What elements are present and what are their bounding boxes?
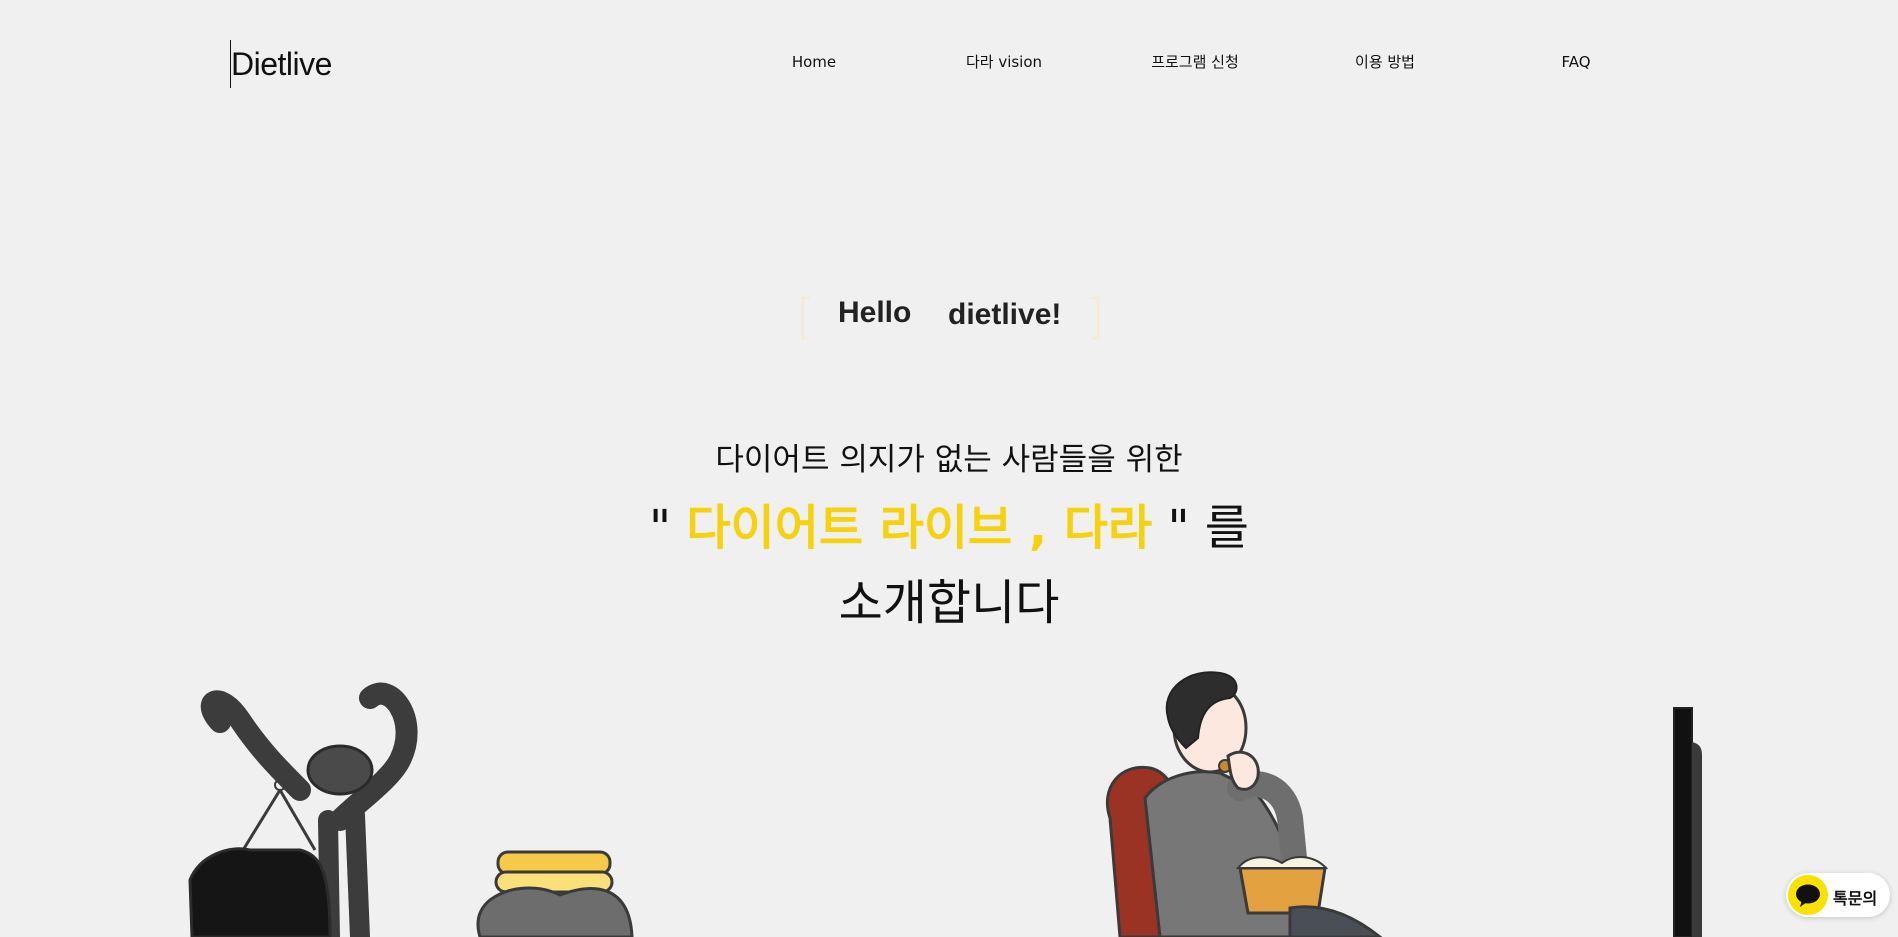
intro-quote-open: " (649, 500, 687, 556)
site-logo[interactable]: Dietlive (230, 40, 332, 88)
hello-heading: [ Hello dietlive! ] (0, 292, 1898, 342)
clothes-rack-illustration (188, 682, 634, 937)
hello-word: Hello (838, 296, 912, 329)
bracket-close: ] (1086, 289, 1105, 345)
chat-bubble-icon (1788, 875, 1828, 915)
intro-quote-close: " 를 (1152, 500, 1249, 556)
nav-how-to-use[interactable]: 이용 방법 (1355, 52, 1415, 72)
kakao-chat-button[interactable]: 톡문의 (1786, 873, 1890, 917)
intro-subtitle: 다이어트 의지가 없는 사람들을 위한 (715, 442, 1183, 478)
intro-title: " 다이어트 라이브 , 다라 " 를 (0, 488, 1898, 558)
intro-brand-name: 다이어트 라이브 , 다라 (686, 500, 1153, 556)
chat-label: 톡문의 (1833, 889, 1878, 908)
nav-program-apply[interactable]: 프로그램 신청 (1151, 52, 1239, 72)
nav-vision[interactable]: 다라 vision (966, 52, 1042, 72)
bracket-open: [ (796, 289, 815, 345)
intro-closing: 소개합니다 (838, 575, 1060, 631)
nav-faq[interactable]: FAQ (1561, 52, 1590, 72)
man-eating-popcorn-illustration (1105, 671, 1383, 937)
tv-illustration (1673, 707, 1702, 937)
nav-home[interactable]: Home (792, 52, 836, 72)
dietlive-word: dietlive! (948, 298, 1062, 331)
